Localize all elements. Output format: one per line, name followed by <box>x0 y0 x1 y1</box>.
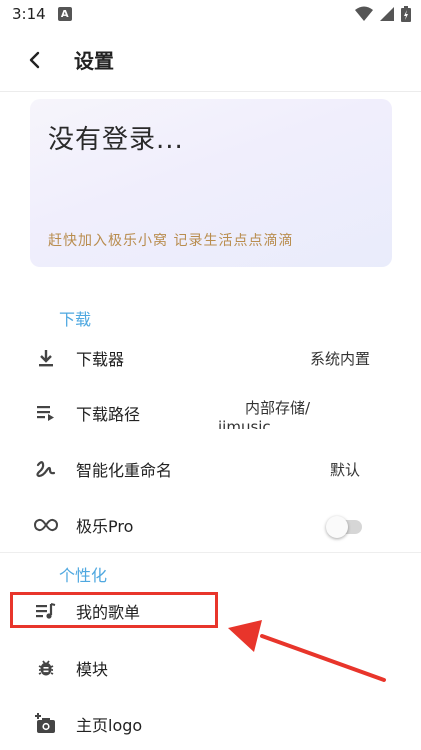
annotation-arrow <box>228 620 386 682</box>
